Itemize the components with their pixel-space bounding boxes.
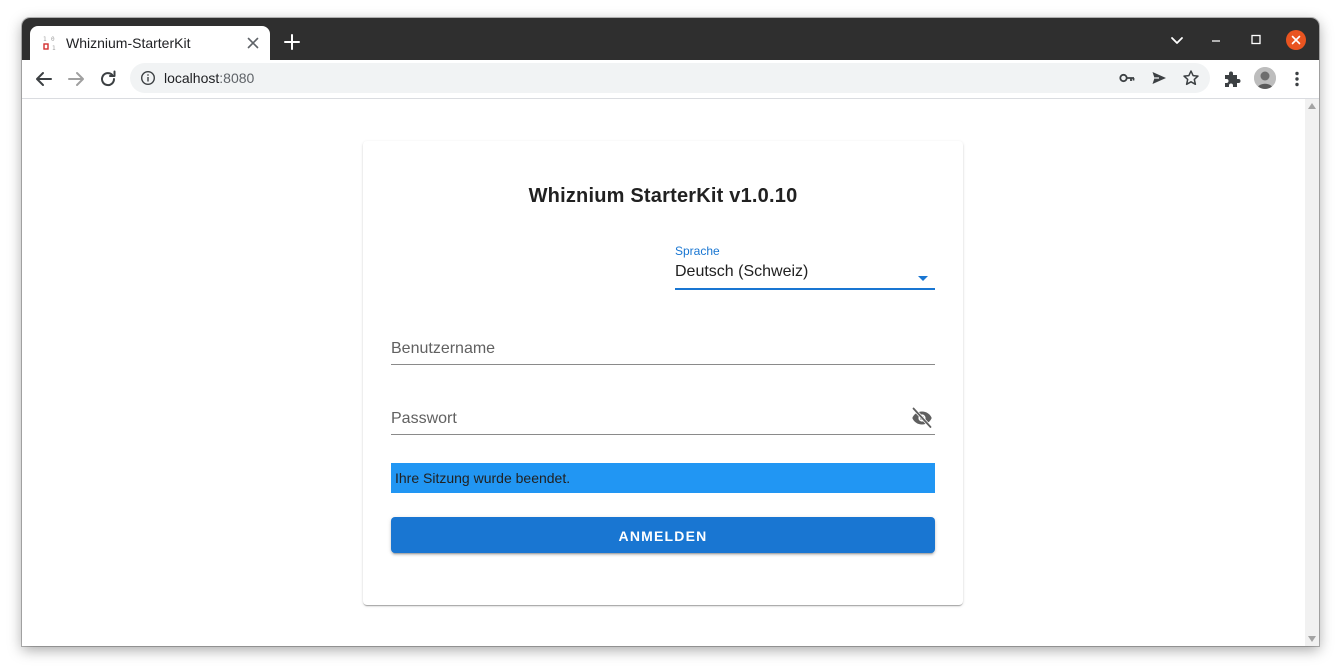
dropdown-arrow-icon[interactable] (913, 268, 933, 288)
login-button[interactable]: ANMELDEN (391, 517, 935, 553)
key-icon[interactable] (1118, 69, 1136, 87)
browser-toolbar: localhost:8080 (22, 60, 1319, 99)
scroll-down-icon[interactable] (1308, 636, 1316, 642)
alert-text: Ihre Sitzung wurde beendet. (395, 470, 571, 486)
svg-text:1: 1 (52, 45, 56, 51)
login-card: Whiznium StarterKit v1.0.10 Sprache Deut… (363, 141, 963, 605)
browser-tab[interactable]: 1 0 1 Whiznium-StarterKit (30, 26, 270, 60)
forward-icon[interactable] (65, 68, 87, 90)
tab-close-icon[interactable] (244, 34, 262, 52)
language-underline (675, 288, 935, 290)
close-window-icon[interactable] (1286, 30, 1306, 50)
kebab-menu-icon[interactable] (1287, 69, 1307, 89)
address-bar[interactable]: localhost:8080 (130, 63, 1210, 93)
username-label: Benutzername (391, 340, 496, 357)
tab-bar: 1 0 1 Whiznium-StarterKit (22, 18, 1319, 60)
new-tab-icon[interactable] (282, 32, 302, 52)
site-info-icon[interactable] (140, 70, 156, 86)
whiznium-favicon-icon: 1 0 1 (43, 36, 56, 51)
password-underline (391, 434, 935, 435)
tab-title: Whiznium-StarterKit (66, 35, 191, 51)
username-underline (391, 364, 935, 365)
password-field[interactable]: Passwort (391, 400, 935, 446)
url-host: localhost (164, 70, 220, 86)
username-field[interactable]: Benutzername (391, 330, 935, 376)
maximize-icon[interactable] (1246, 30, 1266, 50)
svg-text:1: 1 (43, 36, 47, 43)
language-value: Deutsch (Schweiz) (675, 263, 809, 280)
profile-avatar[interactable] (1254, 67, 1276, 89)
language-select[interactable]: Sprache Deutsch (Schweiz) (675, 244, 935, 290)
back-icon[interactable] (33, 68, 55, 90)
url-text: localhost:8080 (164, 70, 254, 86)
session-ended-alert: Ihre Sitzung wurde beendet. (391, 463, 935, 493)
eye-off-icon[interactable] (910, 405, 934, 429)
minimize-icon[interactable] (1206, 30, 1226, 50)
svg-text:0: 0 (51, 36, 55, 43)
send-icon[interactable] (1150, 69, 1168, 87)
page-title: Whiznium StarterKit v1.0.10 (528, 185, 798, 207)
page-content: Whiznium StarterKit v1.0.10 Sprache Deut… (22, 99, 1319, 646)
puzzle-icon[interactable] (1222, 69, 1242, 89)
vertical-scrollbar[interactable] (1305, 99, 1319, 646)
url-port: :8080 (219, 70, 255, 86)
profile-picture-icon (1254, 67, 1276, 89)
scroll-up-icon[interactable] (1308, 103, 1316, 109)
browser-window: 1 0 1 Whiznium-StarterKit localhost:8080… (22, 18, 1319, 646)
language-label: Sprache (675, 244, 720, 258)
tab-search-chevron-icon[interactable] (1167, 30, 1187, 50)
star-icon[interactable] (1182, 69, 1200, 87)
password-label: Passwort (391, 410, 457, 427)
reload-icon[interactable] (97, 68, 119, 90)
